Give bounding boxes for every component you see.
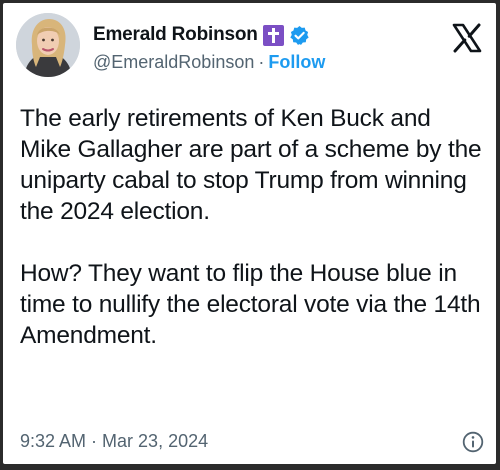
tweet-paragraph-2: How? They want to flip the House blue in… — [20, 260, 481, 349]
latin-cross-badge-icon — [262, 24, 284, 46]
author-handle[interactable]: @EmeraldRobinson — [93, 52, 254, 72]
handle-separator: · — [258, 52, 265, 72]
tweet-date: Mar 23, 2024 — [102, 431, 209, 451]
timestamp-separator: · — [91, 431, 98, 451]
tweet-timestamp[interactable]: 9:32 AM · Mar 23, 2024 — [20, 431, 208, 452]
tweet-header: Emerald Robinson @EmeraldRobinson · Follow — [3, 3, 496, 91]
profile-photo-icon — [16, 13, 80, 77]
verified-checkmark-icon — [289, 25, 310, 46]
author-display-name[interactable]: Emerald Robinson — [93, 24, 258, 46]
tweet-card: Emerald Robinson @EmeraldRobinson · Follow — [3, 3, 496, 464]
x-logo-icon[interactable] — [452, 23, 482, 53]
follow-button[interactable]: Follow — [268, 52, 325, 72]
avatar[interactable] — [16, 13, 80, 77]
tweet-time: 9:32 AM — [20, 431, 87, 451]
info-icon[interactable] — [462, 431, 484, 453]
tweet-paragraph-1: The early retirements of Ken Buck and Mi… — [20, 105, 482, 225]
author-name-row: Emerald Robinson — [93, 21, 310, 49]
author-handle-row: @EmeraldRobinson · Follow — [93, 52, 325, 73]
tweet-text: The early retirements of Ken Buck and Mi… — [20, 103, 488, 351]
